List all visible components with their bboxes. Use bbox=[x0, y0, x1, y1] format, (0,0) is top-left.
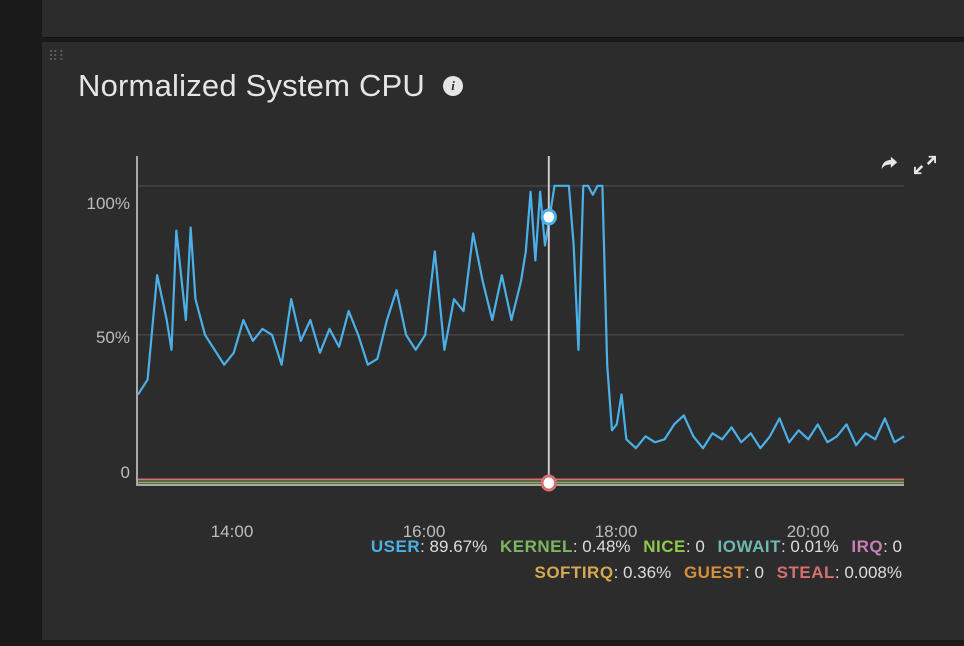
legend-guest: GUEST bbox=[684, 563, 745, 582]
legend: USER: 89.67% KERNEL: 0.48% NICE: 0 IOWAI… bbox=[42, 534, 902, 585]
info-icon[interactable]: i bbox=[443, 76, 463, 96]
legend-softirq: SOFTIRQ bbox=[535, 563, 614, 582]
legend-iowait: IOWAIT bbox=[718, 537, 781, 556]
panel-header: Normalized System CPU i bbox=[42, 42, 964, 110]
legend-steal: STEAL bbox=[777, 563, 835, 582]
x-label-1400: 14:00 bbox=[211, 522, 254, 542]
chart-area[interactable]: 100% 50% 0 14:00 16:00 18:00 20:00 bbox=[136, 156, 904, 486]
panel-title: Normalized System CPU bbox=[78, 68, 425, 104]
chart-overlay bbox=[136, 156, 904, 486]
y-axis-labels: 100% 50% 0 bbox=[78, 156, 130, 486]
x-label-1600: 16:00 bbox=[403, 522, 446, 542]
y-label-100: 100% bbox=[87, 194, 130, 214]
x-label-2000: 20:00 bbox=[787, 522, 830, 542]
x-label-1800: 18:00 bbox=[595, 522, 638, 542]
y-label-0: 0 bbox=[121, 463, 130, 483]
y-label-50: 50% bbox=[96, 328, 130, 348]
expand-icon[interactable] bbox=[914, 154, 936, 176]
top-strip bbox=[42, 0, 964, 38]
chart-panel: ⠿⠇ Normalized System CPU i 100% 50% 0 14… bbox=[42, 42, 964, 640]
legend-kernel: KERNEL bbox=[500, 537, 573, 556]
legend-irq: IRQ bbox=[851, 537, 883, 556]
legend-nice: NICE bbox=[643, 537, 686, 556]
drag-handle-icon[interactable]: ⠿⠇ bbox=[48, 48, 69, 65]
